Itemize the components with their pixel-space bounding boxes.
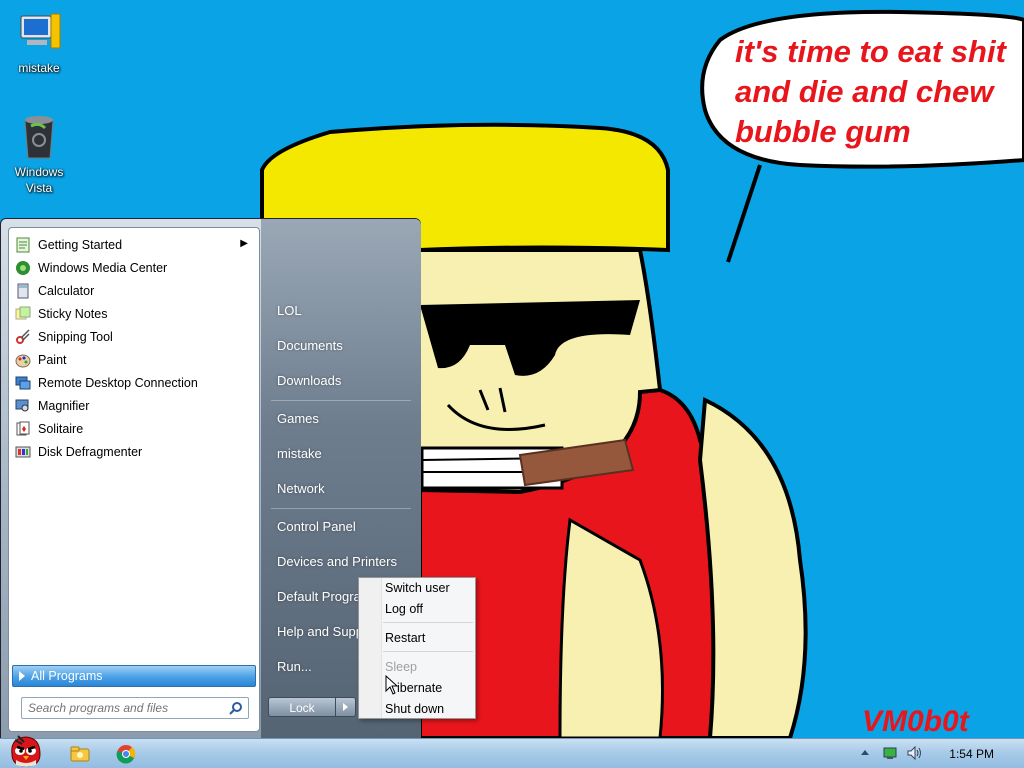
magnifier-icon (15, 399, 29, 412)
desktop-icon-label: Windows Vista (14, 165, 64, 195)
computer-icon (20, 13, 61, 49)
remote-desktop-icon (15, 376, 31, 390)
search-icon[interactable] (229, 701, 243, 715)
program-label: Magnifier (38, 399, 90, 413)
places-divider (271, 400, 411, 401)
all-programs-button[interactable]: All Programs (12, 665, 256, 687)
place-run[interactable]: Run... (277, 659, 312, 674)
program-label: Paint (38, 353, 67, 367)
program-label: Snipping Tool (38, 330, 113, 344)
program-disk-defragmenter[interactable]: Disk Defragmenter (12, 441, 256, 463)
speech-line-3: bubble gum (735, 114, 911, 149)
program-magnifier[interactable]: Magnifier (12, 395, 256, 417)
menu-gutter (359, 578, 382, 718)
paint-icon (15, 354, 31, 368)
mouse-cursor-icon (385, 675, 399, 695)
place-help-and-support[interactable]: Help and Supp (277, 624, 363, 639)
place-lol[interactable]: LOL (277, 303, 302, 318)
program-label: Remote Desktop Connection (38, 376, 198, 390)
power-options-menu: Switch user Log off Restart Sleep iberna… (358, 577, 476, 719)
place-games[interactable]: Games (277, 411, 319, 426)
place-documents[interactable]: Documents (277, 338, 343, 353)
solitaire-icon (16, 421, 30, 436)
menu-item-hibernate[interactable]: ibernate (397, 681, 442, 695)
power-options-arrow-button[interactable] (336, 697, 356, 717)
program-snipping-tool[interactable]: Snipping Tool (12, 326, 256, 348)
taskbar: 1:54 PM (0, 735, 1024, 768)
menu-item-restart[interactable]: Restart (385, 631, 425, 645)
media-center-icon (16, 261, 30, 275)
wallpaper-signature: VM0b0t (862, 705, 971, 738)
menu-item-sleep[interactable]: Sleep (385, 660, 417, 674)
places-divider (271, 508, 411, 509)
taskbar-clock[interactable]: 1:54 PM (949, 747, 994, 761)
desktop: it's time to eat shit and die and chew b… (0, 0, 1024, 738)
place-default-programs[interactable]: Default Progra (277, 589, 361, 604)
place-devices-and-printers[interactable]: Devices and Printers (277, 554, 397, 569)
search-input[interactable] (22, 700, 220, 716)
desktop-icon-mistake[interactable]: mistake (1, 8, 77, 76)
menu-item-switch-user[interactable]: Switch user (385, 581, 450, 595)
start-orb-icon[interactable] (6, 732, 46, 768)
lock-button[interactable]: Lock (268, 697, 336, 717)
network-icon[interactable] (882, 745, 898, 761)
speech-line-1: it's time to eat shit (735, 34, 1008, 69)
program-windows-media-center[interactable]: Windows Media Center (12, 257, 256, 279)
disk-defragmenter-icon (15, 446, 31, 458)
program-remote-desktop-connection[interactable]: Remote Desktop Connection (12, 372, 256, 394)
submenu-arrow-icon: ▶ (240, 238, 248, 249)
program-solitaire[interactable]: Solitaire (12, 418, 256, 440)
program-getting-started[interactable]: Getting Started ▶ (12, 234, 256, 256)
program-label: Windows Media Center (38, 261, 168, 275)
all-programs-label: All Programs (31, 669, 103, 683)
program-calculator[interactable]: Calculator (12, 280, 256, 302)
place-control-panel[interactable]: Control Panel (277, 519, 356, 534)
program-label: Disk Defragmenter (38, 445, 143, 459)
place-downloads[interactable]: Downloads (277, 373, 341, 388)
program-label: Sticky Notes (38, 307, 108, 321)
menu-item-shut-down[interactable]: Shut down (385, 702, 444, 716)
place-mistake[interactable]: mistake (277, 446, 322, 461)
menu-divider (383, 651, 473, 652)
menu-divider (383, 622, 473, 623)
sticky-notes-icon (15, 306, 31, 320)
getting-started-icon (16, 237, 30, 253)
speech-line-2: and die and chew (735, 74, 995, 109)
start-menu-programs-pane: Getting Started ▶ Windows Media Center C… (8, 227, 260, 732)
calculator-icon (17, 283, 29, 299)
snipping-tool-icon (16, 329, 30, 344)
program-label: Solitaire (38, 422, 84, 436)
show-hidden-icon[interactable] (860, 747, 870, 759)
desktop-icon-windows-vista[interactable]: Windows Vista (1, 112, 77, 196)
desktop-icon-label: mistake (18, 61, 60, 75)
program-label: Getting Started (38, 238, 123, 252)
search-field[interactable] (21, 697, 249, 719)
program-label: Calculator (38, 284, 95, 298)
place-network[interactable]: Network (277, 481, 325, 496)
program-paint[interactable]: Paint (12, 349, 256, 371)
chevron-right-icon (343, 703, 348, 711)
all-programs-arrow-icon (19, 671, 25, 681)
menu-item-log-off[interactable]: Log off (385, 602, 423, 616)
recycle-bin-icon (24, 116, 54, 159)
chrome-icon[interactable] (114, 742, 138, 766)
explorer-icon[interactable] (68, 742, 92, 766)
program-sticky-notes[interactable]: Sticky Notes (12, 303, 256, 325)
volume-icon[interactable] (906, 745, 924, 761)
